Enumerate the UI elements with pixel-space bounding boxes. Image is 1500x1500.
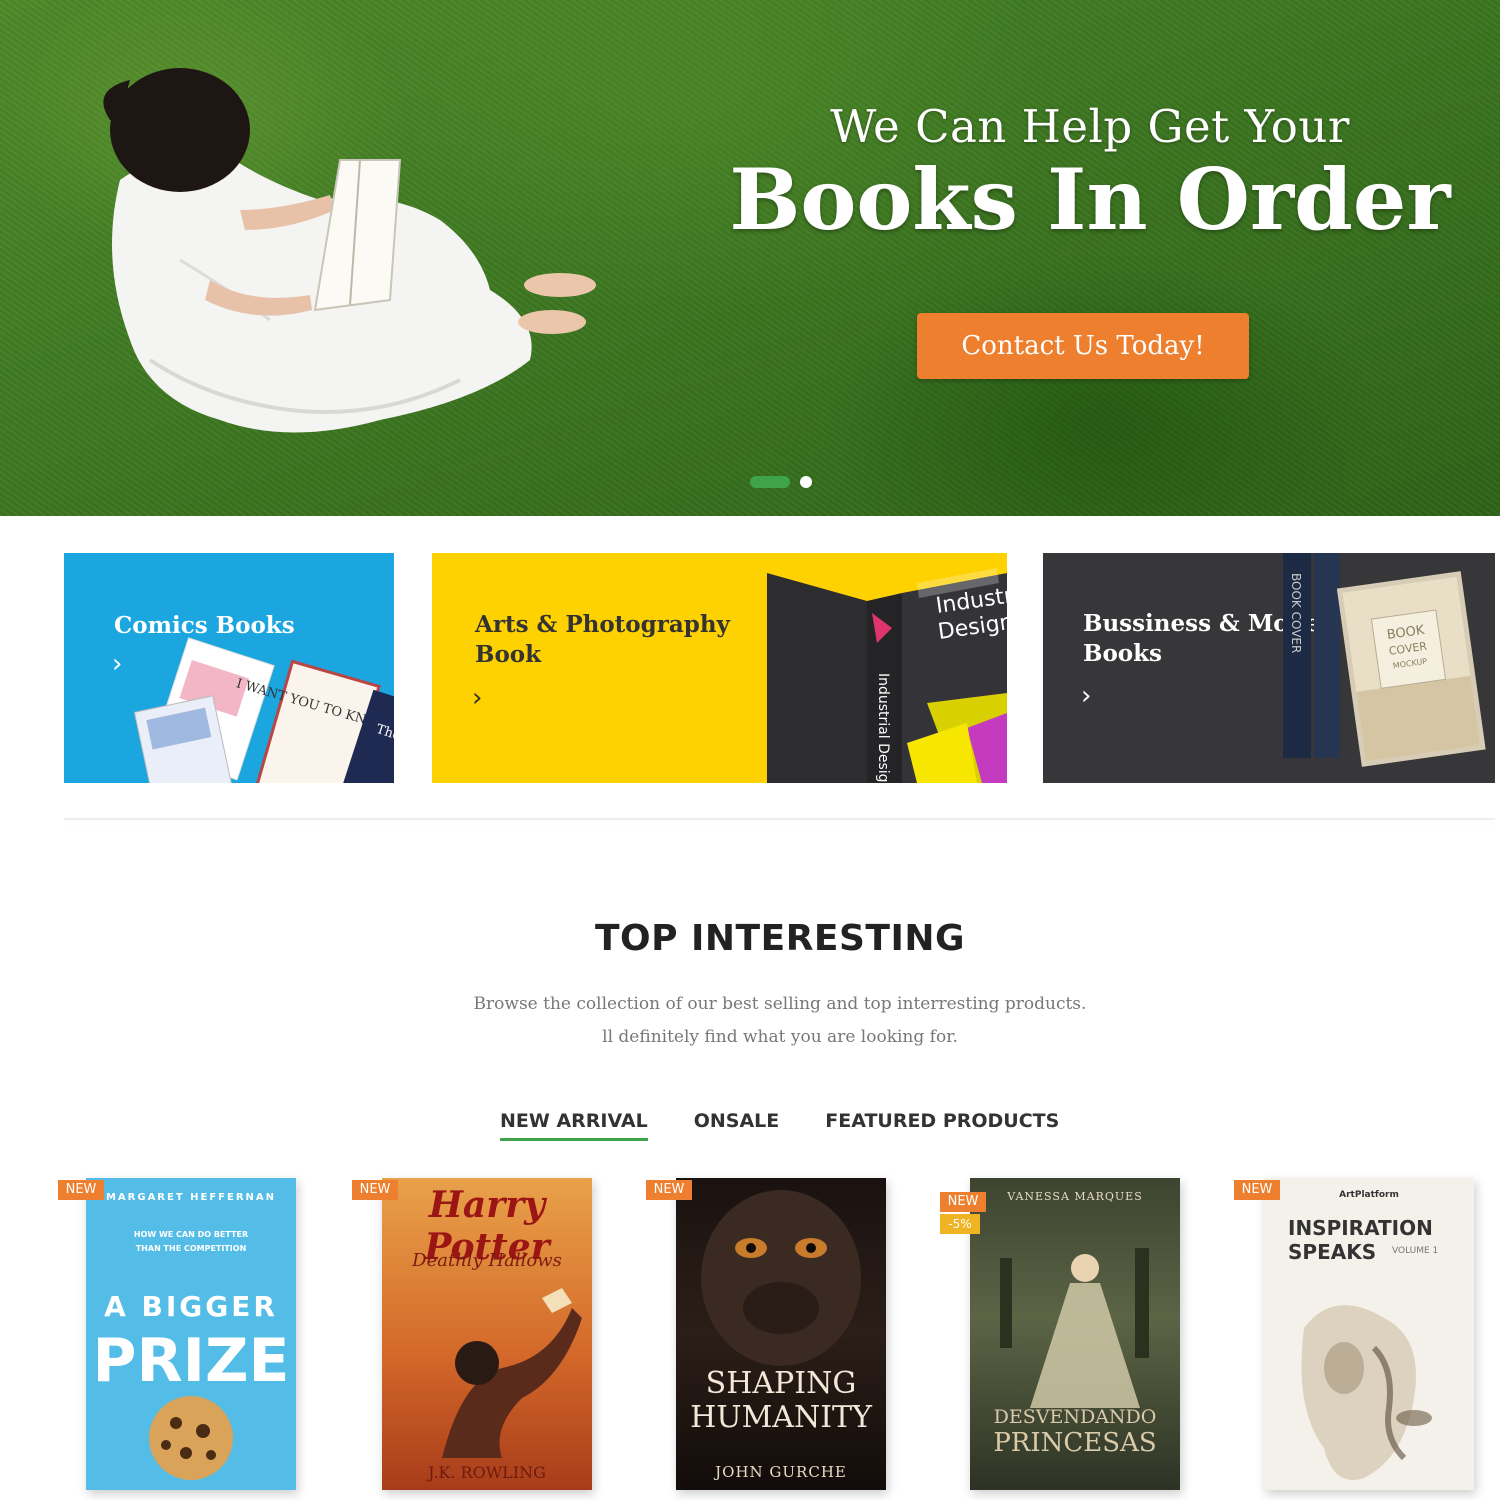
industrial-design-book-image: Industrial Design Industrial Design [767,568,1007,783]
product-subtitle: Deathly Hallows [412,1250,562,1271]
category-business-money[interactable]: Bussiness & Money Books › BOOK COVER BOO… [1043,553,1495,783]
cookie-image [149,1396,233,1480]
product-card-harry-potter[interactable]: Harry Potter Deathly Hallows J.K. ROWLIN… [382,1178,592,1490]
section-divider [64,818,1495,820]
product-title: INSPIRATION [1288,1216,1433,1240]
product-title: A BIGGER [104,1290,278,1323]
section-description: Browse the collection of our best sellin… [473,994,1087,1047]
product-author: MARGARET HEFFERNAN [105,1192,277,1203]
category-arts-photography[interactable]: Arts & Photography Book › Industrial Des… [432,553,1007,783]
product-title-2: PRIZE [92,1326,290,1396]
product-card-inspiration-speaks[interactable]: ArtPlatform INSPIRATION SPEAKS VOLUME 1 [1264,1178,1474,1490]
tab-featured-products[interactable]: FEATURED PRODUCTS [825,1110,1059,1141]
product-title: SHAPING [705,1366,857,1401]
product-author: J.K. ROWLING [428,1463,546,1482]
product-title-2: PRINCESAS [993,1428,1157,1458]
harry-potter-illustration [442,1288,582,1458]
chevron-right-icon[interactable]: › [472,683,482,713]
book-cover-mockup-image: BOOK COVER BOOK COVER MOCKUP [1283,553,1486,767]
slider-dot[interactable] [800,476,812,488]
discount-badge: -5% [940,1214,980,1234]
new-badge: NEW [940,1192,986,1212]
hero-banner: We Can Help Get Your Books In Order Cont… [0,0,1500,516]
product-publisher: ArtPlatform [1339,1190,1399,1200]
product-card-desvendando-princesas[interactable]: VANESSA MARQUES DESVENDANDO PRINCESAS [970,1178,1180,1490]
product-tagline: HOW WE CAN DO BETTER THAN THE COMPETITIO… [133,1230,249,1253]
spine-text: BOOK COVER [1289,573,1303,653]
tab-onsale[interactable]: ONSALE [694,1110,780,1141]
princess-illustration [1000,1248,1149,1408]
slider-dot-active[interactable] [750,476,790,488]
slider-pagination [750,476,812,488]
section-title: TOP INTERESTING [594,918,966,959]
product-volume: VOLUME 1 [1392,1246,1439,1256]
category-comics-books[interactable]: Comics Books › I WANT YOU TO KNOW ME The… [64,553,394,783]
gorilla-face-image [701,1190,861,1366]
hero-title: Books In Order [729,150,1451,249]
new-badge: NEW [352,1180,398,1200]
new-badge: NEW [1234,1180,1280,1200]
new-badge: NEW [58,1180,104,1200]
product-title-2: HUMANITY [690,1400,872,1435]
ink-face-illustration [1301,1305,1432,1480]
comics-books-image: I WANT YOU TO KNOW ME The Di War [133,637,394,783]
chevron-right-icon[interactable]: › [112,649,122,679]
product-tabs: NEW ARRIVAL ONSALE FEATURED PRODUCTS [500,1110,1059,1141]
new-badge: NEW [646,1180,692,1200]
category-label: Arts & Photography Book [475,611,730,668]
contact-us-button[interactable]: Contact Us Today! [917,313,1249,379]
tab-new-arrival[interactable]: NEW ARRIVAL [500,1110,648,1141]
product-author: VANESSA MARQUES [1007,1190,1143,1203]
chevron-right-icon[interactable]: › [1081,681,1091,711]
product-card-shaping-humanity[interactable]: SHAPING HUMANITY JOHN GURCHE [676,1178,886,1490]
girl-reading-image [103,68,596,433]
product-card-a-bigger-prize[interactable]: MARGARET HEFFERNAN HOW WE CAN DO BETTER … [86,1178,296,1490]
hero-subtitle: We Can Help Get Your [830,100,1350,153]
product-author: JOHN GURCHE [715,1463,847,1481]
spine-text: Industrial Design [875,673,891,783]
product-title: DESVENDANDO [993,1406,1157,1428]
